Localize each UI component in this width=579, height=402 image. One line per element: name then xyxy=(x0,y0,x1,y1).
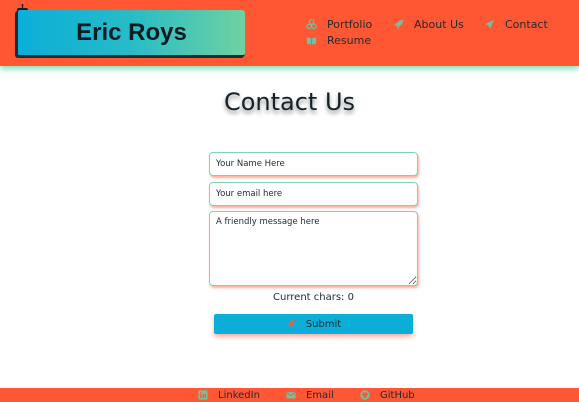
book-open-icon xyxy=(306,37,317,45)
footer-email-link[interactable]: Email xyxy=(286,388,334,402)
paper-plane-icon xyxy=(484,19,495,30)
page-title: Contact Us xyxy=(223,88,356,116)
nav-contact[interactable]: Contact xyxy=(484,18,548,31)
message-field[interactable] xyxy=(209,211,418,286)
envelope-icon xyxy=(286,392,296,399)
nav-resume[interactable]: Resume xyxy=(306,34,371,47)
char-count: Current chars: 0 xyxy=(273,292,354,303)
rocket-icon xyxy=(393,19,404,30)
biohazard-icon xyxy=(306,19,317,30)
footer-linkedin-label: LinkedIn xyxy=(218,389,260,401)
footer-email-label: Email xyxy=(306,389,334,401)
nav-about-label: About Us xyxy=(414,18,464,31)
nav-portfolio-label: Portfolio xyxy=(327,18,373,31)
footer-github-label: GitHub xyxy=(380,389,415,401)
email-field[interactable] xyxy=(209,182,418,206)
nav-about[interactable]: About Us xyxy=(393,18,464,31)
github-icon xyxy=(360,390,370,400)
logo[interactable]: Eric Roys xyxy=(16,10,245,57)
site-footer: LinkedIn Email GitHub xyxy=(0,388,579,402)
nav-resume-label: Resume xyxy=(327,34,372,47)
logo-text: Eric Roys xyxy=(76,18,187,46)
submit-button[interactable]: Submit xyxy=(214,314,413,334)
nav-contact-label: Contact xyxy=(505,18,548,31)
paper-plane-icon xyxy=(286,319,295,329)
site-header: Eric Roys Portfolio About Us Contact Res… xyxy=(0,0,579,66)
nav-portfolio[interactable]: Portfolio xyxy=(306,18,372,31)
footer-github-link[interactable]: GitHub xyxy=(360,388,415,402)
footer-linkedin-link[interactable]: LinkedIn xyxy=(198,388,260,402)
submit-label: Submit xyxy=(305,318,342,330)
name-field[interactable] xyxy=(209,152,418,176)
linkedin-icon xyxy=(198,390,208,400)
